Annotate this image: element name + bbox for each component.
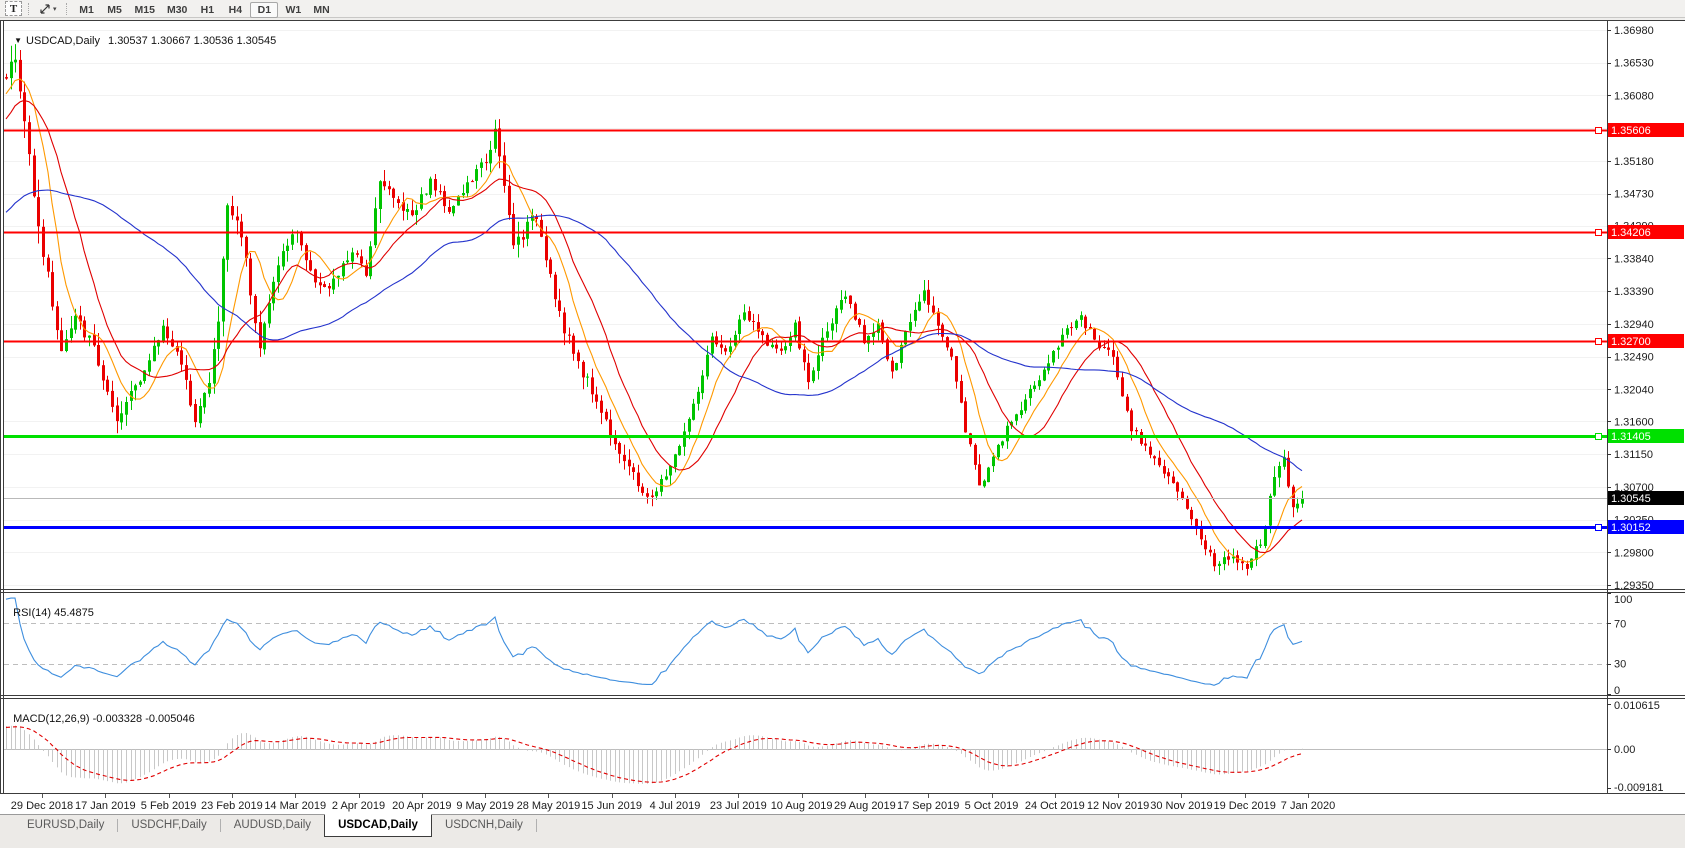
date-tick-label: 5 Feb 2019 bbox=[141, 800, 197, 812]
hline-handle[interactable] bbox=[1596, 339, 1602, 345]
timeframe-button-m15[interactable]: M15 bbox=[130, 3, 160, 17]
timeframe-button-d1[interactable]: D1 bbox=[250, 2, 278, 18]
timeframe-button-m30[interactable]: M30 bbox=[162, 3, 192, 17]
toolbar: T ▾ M1M5M15M30H1H4D1W1MN bbox=[0, 0, 1685, 18]
price-tick-label: 1.29800 bbox=[1614, 547, 1654, 559]
date-tick-label: 9 May 2019 bbox=[456, 800, 513, 812]
tab-eurusd-daily[interactable]: EURUSD,Daily bbox=[14, 815, 117, 835]
date-tick-label: 12 Nov 2019 bbox=[1087, 800, 1149, 812]
chart-title: ▼ USDCAD,Daily 1.30537 1.30667 1.30536 1.3… bbox=[8, 23, 276, 47]
price-tick-label: 1.33390 bbox=[1614, 286, 1654, 298]
date-tick-label: 5 Oct 2019 bbox=[965, 800, 1019, 812]
timeframe-button-h1[interactable]: H1 bbox=[194, 3, 220, 17]
price-tick-label: 1.32040 bbox=[1614, 384, 1654, 396]
tab-audusd-daily[interactable]: AUDUSD,Daily bbox=[221, 815, 324, 835]
macd-tick-label: -0.009181 bbox=[1614, 782, 1664, 794]
svg-text:1.32700: 1.32700 bbox=[1611, 336, 1651, 348]
rsi-tick-label: 100 bbox=[1614, 594, 1632, 606]
toolbar-separator bbox=[66, 3, 68, 15]
chart-symbol-label: USDCAD,Daily bbox=[26, 35, 100, 47]
date-tick-label: 14 Mar 2019 bbox=[264, 800, 326, 812]
rsi-tick-label: 30 bbox=[1614, 659, 1626, 671]
price-tag-1.32700: 1.32700 bbox=[1608, 334, 1684, 348]
timeframe-button-m1[interactable]: M1 bbox=[74, 3, 100, 17]
macd-main-value: -0.003328 bbox=[93, 713, 143, 725]
macd-name: MACD(12,26,9) bbox=[13, 713, 89, 725]
date-tick-label: 24 Oct 2019 bbox=[1025, 800, 1085, 812]
price-tick-label: 1.36530 bbox=[1614, 58, 1654, 70]
tab-usdchf-daily[interactable]: USDCHF,Daily bbox=[118, 815, 219, 835]
price-tick-label: 1.31600 bbox=[1614, 416, 1654, 428]
symbol-tab-bar: EURUSD,DailyUSDCHF,DailyAUDUSD,DailyUSDC… bbox=[0, 814, 1685, 848]
hline-handle[interactable] bbox=[1596, 434, 1602, 440]
price-tag-1.31405: 1.31405 bbox=[1608, 429, 1684, 443]
timeframe-button-h4[interactable]: H4 bbox=[222, 3, 248, 17]
svg-text:1.30152: 1.30152 bbox=[1611, 522, 1651, 534]
svg-text:1.34206: 1.34206 bbox=[1611, 227, 1651, 239]
date-tick-label: 29 Dec 2018 bbox=[11, 800, 73, 812]
date-tick-label: 23 Jul 2019 bbox=[710, 800, 767, 812]
price-tick-label: 1.36980 bbox=[1614, 25, 1654, 37]
rsi-tick-label: 0 bbox=[1614, 685, 1620, 697]
price-tick-label: 1.34730 bbox=[1614, 189, 1654, 201]
rsi-value: 45.4875 bbox=[54, 607, 94, 619]
bid-price-tag: 1.30545 bbox=[1608, 491, 1684, 505]
hline-handle[interactable] bbox=[1596, 230, 1602, 236]
date-tick-label: 10 Aug 2019 bbox=[771, 800, 833, 812]
price-tick-label: 1.36080 bbox=[1614, 91, 1654, 103]
date-tick-label: 2 Apr 2019 bbox=[332, 800, 385, 812]
tab-separator bbox=[536, 819, 537, 832]
price-tick-label: 1.32490 bbox=[1614, 352, 1654, 364]
tab-usdcnh-daily[interactable]: USDCNH,Daily bbox=[432, 815, 536, 835]
chart-menu-triangle-icon: ▼ bbox=[14, 36, 22, 45]
tab-usdcad-daily[interactable]: USDCAD,Daily bbox=[324, 814, 432, 837]
price-tick-label: 1.32940 bbox=[1614, 319, 1654, 331]
timeframe-button-m5[interactable]: M5 bbox=[102, 3, 128, 17]
timeframe-button-mn[interactable]: MN bbox=[308, 3, 334, 17]
toolbar-separator bbox=[28, 3, 30, 15]
svg-text:1.35606: 1.35606 bbox=[1611, 125, 1651, 137]
arrows-icon bbox=[39, 3, 51, 15]
timeframe-buttons: M1M5M15M30H1H4D1W1MN bbox=[73, 0, 336, 18]
date-tick-label: 4 Jul 2019 bbox=[650, 800, 701, 812]
date-tick-label: 28 May 2019 bbox=[517, 800, 581, 812]
hline-handle[interactable] bbox=[1596, 525, 1602, 531]
price-tick-label: 1.33840 bbox=[1614, 253, 1654, 265]
price-tag-1.30152: 1.30152 bbox=[1608, 520, 1684, 534]
macd-signal-value: -0.005046 bbox=[145, 713, 195, 725]
chart-ohlc-values: 1.30537 1.30667 1.30536 1.30545 bbox=[108, 35, 276, 47]
macd-tick-label: 0.00 bbox=[1614, 744, 1635, 756]
date-tick-label: 17 Sep 2019 bbox=[897, 800, 959, 812]
svg-text:1.31405: 1.31405 bbox=[1611, 431, 1651, 443]
text-tool-button[interactable]: T bbox=[5, 1, 22, 16]
arrows-tool-button[interactable]: ▾ bbox=[36, 2, 60, 16]
price-tag-1.35606: 1.35606 bbox=[1608, 123, 1684, 137]
macd-tick-label: 0.010615 bbox=[1614, 700, 1660, 712]
dropdown-caret-icon: ▾ bbox=[53, 5, 57, 13]
date-tick-label: 23 Feb 2019 bbox=[201, 800, 263, 812]
rsi-indicator-label: RSI(14) 45.4875 bbox=[7, 595, 94, 619]
price-tag-1.34206: 1.34206 bbox=[1608, 225, 1684, 239]
macd-indicator-label: MACD(12,26,9) -0.003328 -0.005046 bbox=[7, 701, 195, 725]
date-tick-label: 19 Dec 2019 bbox=[1214, 800, 1276, 812]
rsi-name: RSI(14) bbox=[13, 607, 51, 619]
date-tick-label: 15 Jun 2019 bbox=[581, 800, 642, 812]
hline-handle[interactable] bbox=[1596, 128, 1602, 134]
date-tick-label: 29 Aug 2019 bbox=[834, 800, 896, 812]
timeframe-button-w1[interactable]: W1 bbox=[280, 3, 306, 17]
price-tick-label: 1.29350 bbox=[1614, 580, 1654, 592]
date-tick-label: 20 Apr 2019 bbox=[392, 800, 451, 812]
price-tick-label: 1.35180 bbox=[1614, 156, 1654, 168]
date-tick-label: 7 Jan 2020 bbox=[1281, 800, 1335, 812]
price-tick-label: 1.31150 bbox=[1614, 449, 1653, 461]
date-tick-label: 17 Jan 2019 bbox=[75, 800, 136, 812]
svg-text:1.30545: 1.30545 bbox=[1611, 493, 1651, 505]
date-tick-label: 30 Nov 2019 bbox=[1150, 800, 1212, 812]
rsi-tick-label: 70 bbox=[1614, 618, 1626, 630]
